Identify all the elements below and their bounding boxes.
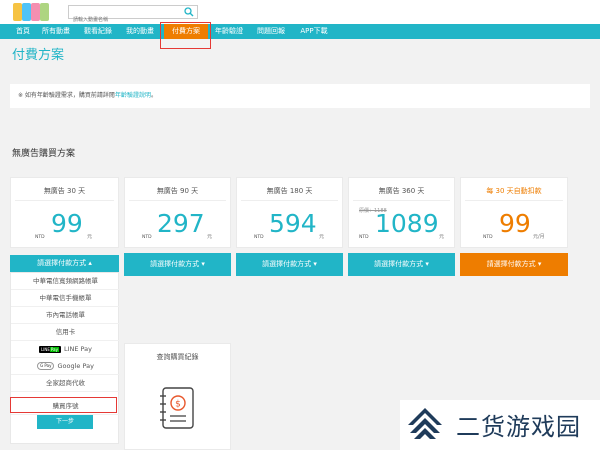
payment-option-credit-card[interactable]: 信用卡 [11, 324, 120, 341]
age-verify-link[interactable]: 年齡驗證說明 [115, 92, 151, 99]
plan-title: 無廣告 30 天 [43, 187, 86, 195]
plan-currency: NTD [35, 235, 45, 240]
plan-currency: NTD [142, 235, 152, 240]
plan-unit: 元 [439, 234, 445, 240]
age-notice: ※ 如有年齡驗證需求，購買前請詳閱年齡驗證說明。 [10, 84, 590, 108]
payment-option-familymart[interactable]: 全家超商代收 [11, 375, 120, 392]
svg-text:$: $ [175, 400, 181, 410]
page-title: 付費方案 [12, 48, 65, 63]
nav-home[interactable]: 首頁 [12, 24, 34, 39]
search-icon[interactable] [184, 7, 194, 17]
pay-method-button-30[interactable]: 請選擇付款方式 ▴ [10, 255, 119, 272]
nav-my-anime[interactable]: 我的動畫 [122, 24, 158, 39]
nav-all-anime[interactable]: 所有動畫 [38, 24, 74, 39]
plan-unit: 元/月 [533, 234, 545, 240]
plan-price: 297 [157, 209, 205, 238]
option-label: LINE Pay [63, 345, 93, 353]
plan-currency: NTD [254, 235, 264, 240]
payment-option-cht-broadband[interactable]: 中華電信寬頻網路帳單 [11, 273, 120, 290]
line-pay-icon: LINEPay [38, 345, 61, 353]
divider [353, 200, 450, 201]
plan-price: 99 [51, 209, 83, 238]
plan-price: 1089 [375, 209, 439, 238]
search-box [68, 5, 198, 26]
serial-option-highlight-box [10, 397, 117, 413]
nav-highlight-box [160, 22, 211, 49]
site-logo[interactable] [13, 3, 49, 21]
notice-suffix: 。 [150, 92, 157, 99]
plan-card-90: 無廣告 90 天 NTD 297 元 [124, 177, 231, 248]
google-pay-icon: G Pay [37, 362, 55, 370]
pay-method-button-360[interactable]: 請選擇付款方式 ▾ [348, 253, 455, 276]
pay-method-button-monthly[interactable]: 請選擇付款方式 ▾ [460, 253, 568, 276]
plan-unit: 元 [207, 234, 213, 240]
nav-app-download[interactable]: APP下載 [294, 24, 334, 39]
payment-option-google-pay[interactable]: G Pay Google Pay [11, 358, 120, 375]
query-title: 查詢購買紀錄 [156, 353, 199, 361]
section-title: 無廣告購買方案 [12, 149, 76, 159]
next-step-button[interactable]: 下一步 [37, 415, 93, 429]
plan-title: 無廣告 180 天 [266, 187, 313, 195]
payment-option-cht-mobile[interactable]: 中華電信手機帳單 [11, 290, 120, 307]
payment-option-landline[interactable]: 市內電話帳單 [11, 307, 120, 324]
divider [465, 200, 563, 201]
divider [129, 200, 226, 201]
watermark-text: 二货游戏园 [456, 413, 581, 441]
notice-text: ※ 如有年齡驗證需求，購買前請詳閱 [18, 92, 115, 99]
divider [241, 200, 338, 201]
plan-card-monthly: 每 30 天自動扣款 NTD 99 元/月 [460, 177, 568, 248]
plan-title: 無廣告 360 天 [378, 187, 425, 195]
plan-title: 無廣告 90 天 [156, 187, 199, 195]
plan-card-360: 無廣告 360 天 原價：1188 NTD 1089 元 [348, 177, 455, 248]
plan-currency: NTD [359, 235, 369, 240]
divider [15, 200, 114, 201]
nav-watch-history[interactable]: 觀看紀錄 [80, 24, 116, 39]
plan-currency: NTD [483, 235, 493, 240]
option-label: Google Pay [57, 362, 94, 370]
watermark-logo-icon [408, 408, 442, 439]
pay-method-button-180[interactable]: 請選擇付款方式 ▾ [236, 253, 343, 276]
pay-method-button-90[interactable]: 請選擇付款方式 ▾ [124, 253, 231, 276]
main-nav: 首頁 所有動畫 觀看紀錄 我的動畫 付費方案 年齡驗證 問題回報 APP下載 [0, 24, 600, 39]
plan-card-30: 無廣告 30 天 NTD 99 元 [10, 177, 119, 248]
receipt-dollar-icon: $ [160, 387, 194, 429]
plan-price: 594 [269, 209, 317, 238]
plan-card-180: 無廣告 180 天 NTD 594 元 [236, 177, 343, 248]
nav-report[interactable]: 問題回報 [252, 24, 290, 39]
plan-unit: 元 [87, 234, 93, 240]
query-purchase-card[interactable]: 查詢購買紀錄 $ [124, 343, 231, 450]
plan-title: 每 30 天自動扣款 [486, 187, 542, 195]
plan-price: 99 [499, 209, 531, 238]
top-bar [0, 0, 600, 26]
watermark: 二货游戏园 [400, 400, 600, 450]
plan-unit: 元 [319, 234, 325, 240]
payment-option-line-pay[interactable]: LINEPay LINE Pay [11, 341, 120, 358]
nav-age-verify[interactable]: 年齡驗證 [210, 24, 248, 39]
